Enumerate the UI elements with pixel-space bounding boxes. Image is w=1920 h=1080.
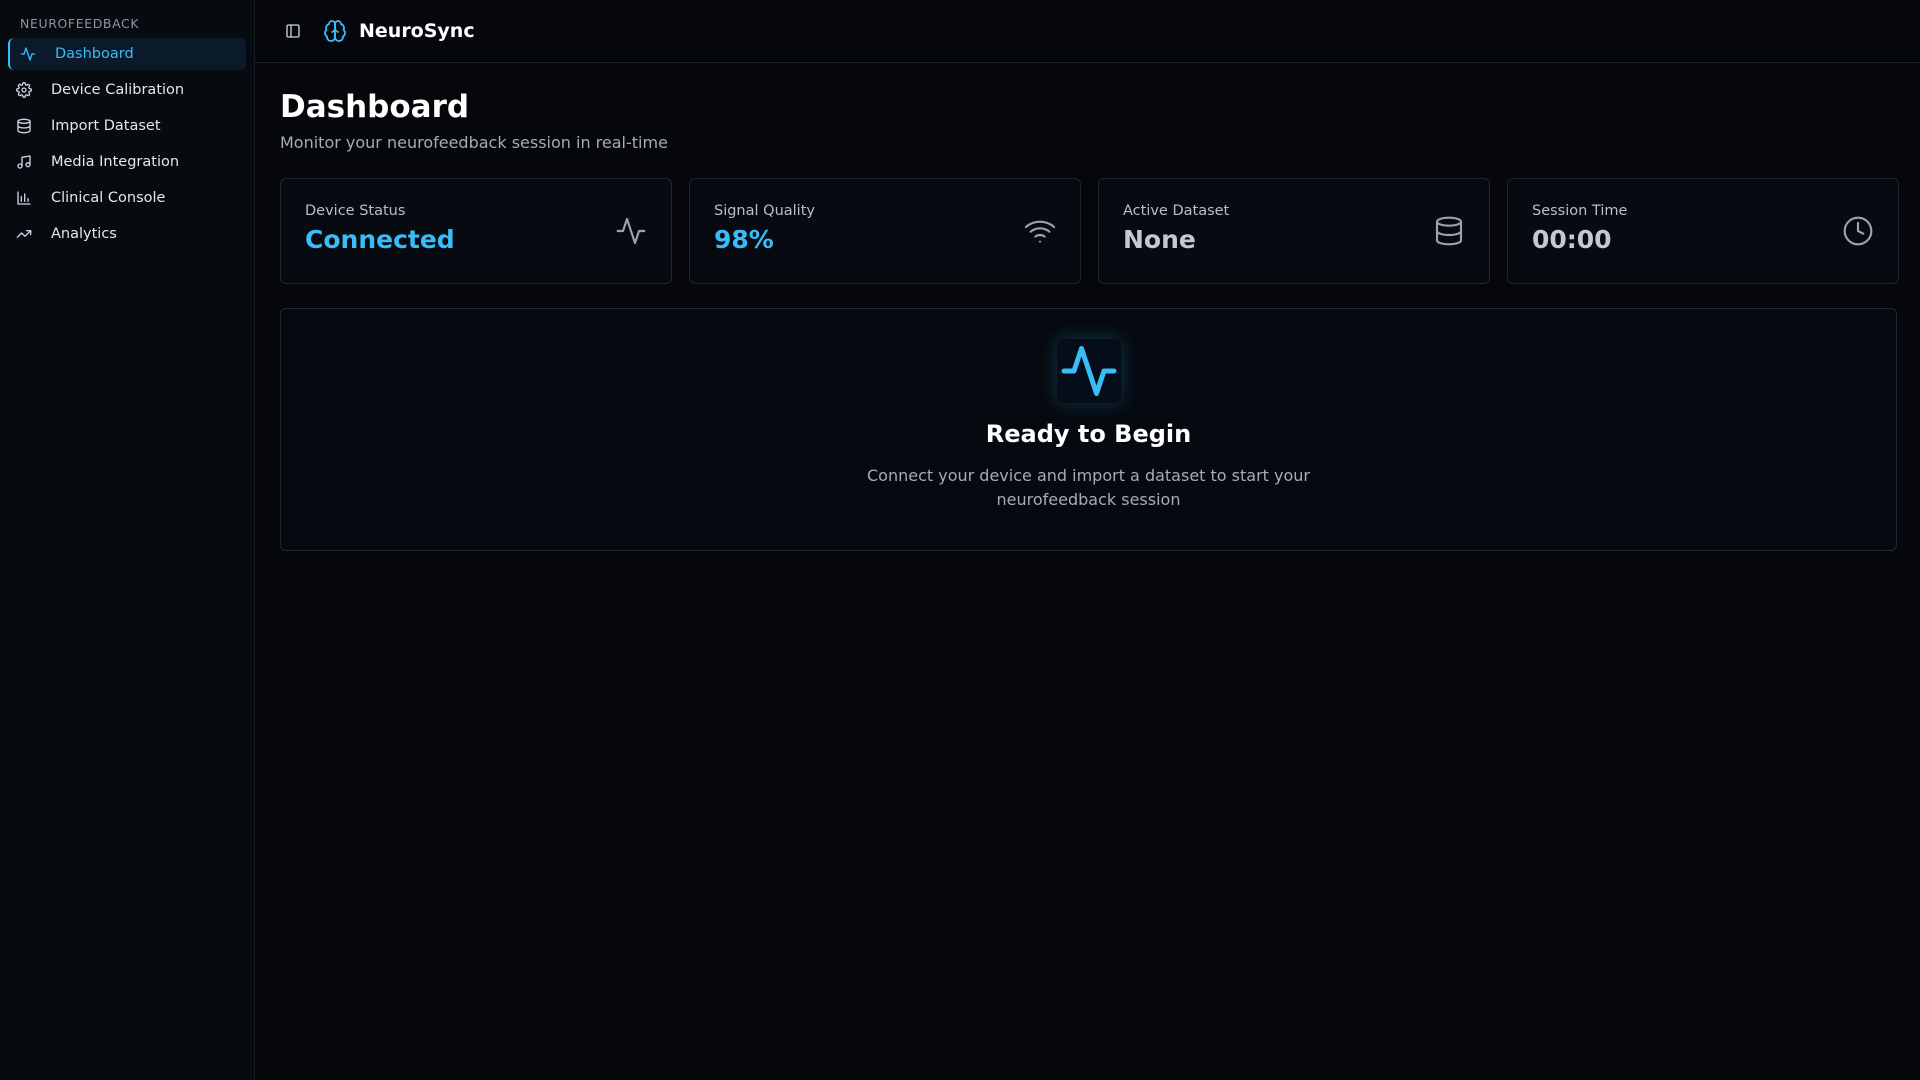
trending-up-icon — [16, 226, 32, 242]
database-icon — [16, 118, 32, 134]
stats-row: Device Status Connected Signal Quality 9… — [280, 178, 1899, 284]
sidebar-item-label: Device Calibration — [51, 82, 185, 98]
sidebar-item-analytics[interactable]: Analytics — [8, 218, 246, 250]
gear-icon — [16, 82, 32, 98]
stat-value: Connected — [305, 225, 455, 254]
sidebar-item-label: Analytics — [51, 226, 117, 242]
stat-value: 00:00 — [1532, 225, 1612, 254]
sidebar-item-media-integration[interactable]: Media Integration — [8, 146, 246, 178]
sidebar-section-label: NEUROFEEDBACK — [20, 16, 140, 31]
sidebar-item-label: Media Integration — [51, 154, 180, 170]
sidebar-item-label: Import Dataset — [51, 118, 161, 134]
sidebar-item-device-calibration[interactable]: Device Calibration — [8, 74, 246, 106]
top-bar: NeuroSync — [255, 0, 1920, 63]
app-brand-name: NeuroSync — [359, 20, 475, 42]
brain-icon — [323, 19, 347, 43]
stat-value: 98% — [714, 225, 774, 254]
page-subtitle: Monitor your neurofeedback session in re… — [280, 133, 668, 152]
sidebar-item-clinical-console[interactable]: Clinical Console — [8, 182, 246, 214]
sidebar-item-label: Clinical Console — [51, 190, 166, 206]
sidebar: NEUROFEEDBACK Dashboard Device Calibrati… — [0, 0, 255, 1080]
app-root: NEUROFEEDBACK Dashboard Device Calibrati… — [0, 0, 1920, 1080]
stat-label: Active Dataset — [1123, 203, 1230, 219]
ready-description: Connect your device and import a dataset… — [867, 466, 1310, 509]
stat-label: Signal Quality — [714, 203, 815, 219]
sidebar-item-label: Dashboard — [55, 46, 134, 62]
bar-chart-icon — [16, 190, 32, 206]
stat-value: None — [1123, 225, 1196, 254]
sidebar-nav: Dashboard Device Calibration Import Data… — [0, 38, 254, 250]
stat-label: Session Time — [1532, 203, 1628, 219]
stat-card-active-dataset: Active Dataset None — [1098, 178, 1490, 284]
sidebar-item-dashboard[interactable]: Dashboard — [8, 38, 246, 70]
main-area: NeuroSync Dashboard Monitor your neurofe… — [255, 0, 1920, 1080]
wifi-icon — [1024, 215, 1056, 247]
ready-title: Ready to Begin — [985, 420, 1192, 448]
database-icon — [1433, 215, 1465, 247]
activity-icon — [1056, 339, 1121, 403]
stat-label: Device Status — [305, 203, 406, 219]
sidebar-item-import-dataset[interactable]: Import Dataset — [8, 110, 246, 142]
dashboard-content: Dashboard Monitor your neurofeedback ses… — [255, 63, 1920, 551]
music-icon — [16, 154, 32, 170]
stat-card-signal-quality: Signal Quality 98% — [689, 178, 1081, 284]
page-title: Dashboard — [280, 89, 470, 125]
activity-icon — [20, 46, 36, 62]
sidebar-toggle-icon[interactable] — [285, 23, 301, 39]
ready-panel: Ready to Begin Connect your device and i… — [280, 308, 1897, 551]
activity-icon — [615, 215, 647, 247]
clock-icon — [1842, 215, 1874, 247]
stat-card-device-status: Device Status Connected — [280, 178, 672, 284]
stat-card-session-time: Session Time 00:00 — [1507, 178, 1899, 284]
